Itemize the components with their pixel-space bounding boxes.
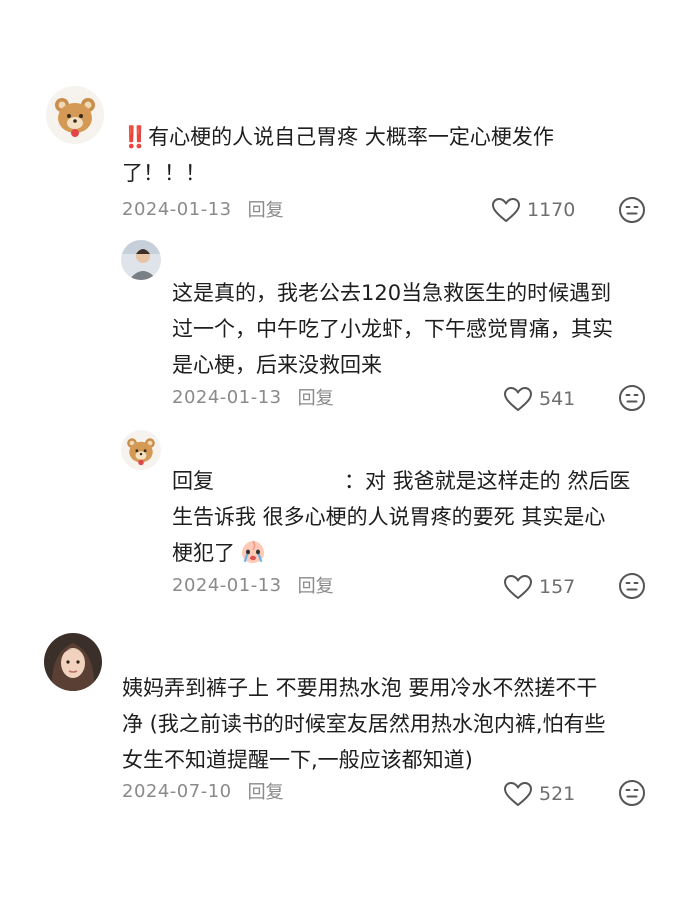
comment-1-meta: 2024-01-13 回复 [122, 195, 284, 223]
comment-3-text: 回复 ：对 我爸就是这样走的 然后医 生告诉我 很多心梗的人说胃疼的要死 其实是心… [172, 463, 662, 577]
avatar-bear[interactable] [121, 430, 161, 470]
comment-2-line-1: 这是真的，我老公去120当急救医生的时候遇到 [172, 281, 612, 305]
comment-4-react-button[interactable] [618, 779, 646, 807]
comment-1-react-button[interactable] [618, 196, 646, 224]
comment-3-line-2: 生告诉我 很多心梗的人说胃疼的要死 其实是心 [172, 505, 606, 529]
comment-1-like-button[interactable]: 1170 [491, 195, 575, 225]
heart-outline-icon [504, 387, 532, 411]
comment-2-like-button[interactable]: 541 [503, 384, 575, 414]
comment-4-date: 2024-07-10 [122, 780, 232, 802]
avatar-bear[interactable] [46, 86, 104, 144]
comment-3-reply-button[interactable]: 回复 [298, 572, 334, 598]
comment-3-react-button[interactable] [618, 572, 646, 600]
comment-4-reply-button[interactable]: 回复 [248, 778, 284, 804]
comment-1-line-1: ‼️有心梗的人说自己胃疼 大概率一定心梗发作 [122, 125, 554, 149]
reply-prefix: 回复 [172, 469, 214, 493]
comment-2-meta: 2024-01-13 回复 [172, 383, 334, 411]
comment-2-like-count: 541 [539, 388, 576, 410]
comment-3-line-1: 回复 ：对 我爸就是这样走的 然后医 [172, 463, 662, 499]
comment-2-line-3: 是心梗，后来没救回来 [172, 353, 382, 377]
comment-3-line-1-text: ：对 我爸就是这样走的 然后医 [344, 469, 631, 493]
heart-outline-icon [492, 198, 520, 222]
avatar-user-photo[interactable] [121, 240, 161, 280]
comment-2-react-button[interactable] [618, 384, 646, 412]
comment-3-date: 2024-01-13 [172, 574, 282, 596]
comment-3-line-3-text: 梗犯了 [172, 541, 235, 565]
comment-1-date: 2024-01-13 [122, 198, 232, 220]
comment-4-text: 姨妈弄到裤子上 不要用热水泡 要用冷水不然搓不干 净 (我之前读书的时候室友居然… [122, 670, 662, 778]
neutral-face-icon [619, 780, 645, 806]
comment-2-line-2: 过一个，中午吃了小龙虾，下午感觉胃痛，其实 [172, 317, 613, 341]
comment-4-line-1: 姨妈弄到裤子上 不要用热水泡 要用冷水不然搓不干 [122, 676, 598, 700]
comment-4-like-button[interactable]: 521 [503, 779, 575, 809]
neutral-face-icon [619, 385, 645, 411]
comment-1-text: ‼️有心梗的人说自己胃疼 大概率一定心梗发作 了！！！ [122, 119, 642, 191]
heart-outline-icon [504, 575, 532, 599]
comment-2-text: 这是真的，我老公去120当急救医生的时候遇到 过一个，中午吃了小龙虾，下午感觉胃… [172, 275, 662, 383]
neutral-face-icon [619, 197, 645, 223]
comment-3-like-button[interactable]: 157 [503, 572, 575, 602]
comment-2-date: 2024-01-13 [172, 386, 282, 408]
comment-3-like-count: 157 [539, 576, 576, 598]
comment-1-like-count: 1170 [527, 199, 576, 221]
comment-4-meta: 2024-07-10 回复 [122, 777, 284, 805]
comment-2-reply-button[interactable]: 回复 [298, 384, 334, 410]
comment-3-meta: 2024-01-13 回复 [172, 571, 334, 599]
comment-4-line-3: 女生不知道提醒一下,一般应该都知道) [122, 748, 473, 772]
avatar-user-portrait[interactable] [44, 633, 102, 691]
comment-1-reply-button[interactable]: 回复 [248, 196, 284, 222]
comment-4-line-2: 净 (我之前读书的时候室友居然用热水泡内裤,怕有些 [122, 712, 606, 736]
comment-1-line-2: 了！！！ [122, 161, 206, 185]
neutral-face-icon [619, 573, 645, 599]
heart-outline-icon [504, 782, 532, 806]
comment-4-like-count: 521 [539, 783, 576, 805]
